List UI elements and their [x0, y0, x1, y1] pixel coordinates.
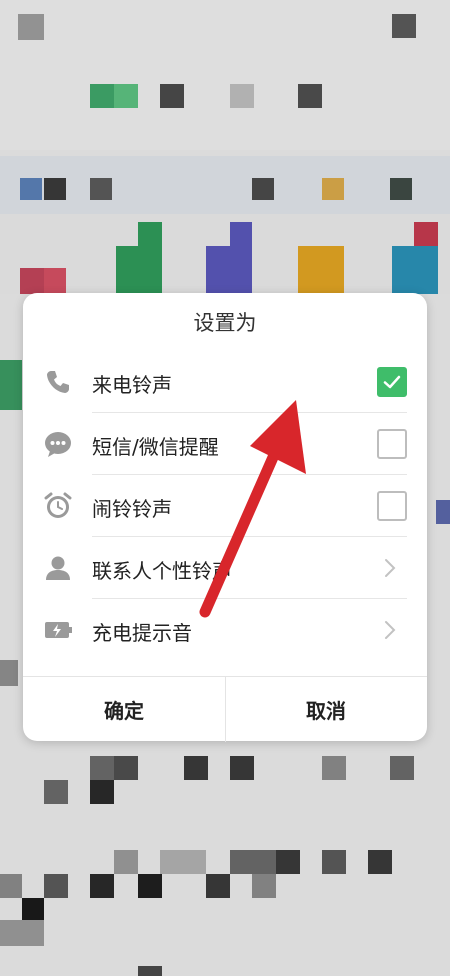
- option-incoming-call-ringtone[interactable]: 来电铃声: [23, 351, 427, 413]
- option-label: 短信/微信提醒: [92, 435, 219, 459]
- chevron-right-icon: [383, 619, 397, 641]
- incoming-call-checkbox[interactable]: [377, 367, 407, 397]
- option-charging-sound[interactable]: 充电提示音: [23, 599, 427, 661]
- message-bubble-icon: [43, 429, 73, 459]
- option-contact-custom-ringtone[interactable]: 联系人个性铃声: [23, 537, 427, 599]
- set-as-dialog: 设置为 来电铃声 短信/微信提醒 闹铃铃声 联系人个性铃声 充电提示音 确定 取…: [23, 293, 427, 742]
- alarm-clock-icon: [43, 491, 73, 521]
- option-sms-wechat-alert[interactable]: 短信/微信提醒: [23, 413, 427, 475]
- option-alarm-ringtone[interactable]: 闹铃铃声: [23, 475, 427, 537]
- option-label: 闹铃铃声: [92, 497, 172, 521]
- phone-icon: [43, 367, 73, 397]
- sms-wechat-checkbox[interactable]: [377, 429, 407, 459]
- dialog-button-bar: 确定 取消: [23, 676, 427, 742]
- option-label: 来电铃声: [92, 373, 172, 397]
- alarm-checkbox[interactable]: [377, 491, 407, 521]
- chevron-right-icon: [383, 557, 397, 579]
- option-label: 联系人个性铃声: [92, 559, 232, 583]
- confirm-button[interactable]: 确定: [23, 677, 225, 742]
- battery-charging-icon: [43, 615, 73, 645]
- contact-person-icon: [43, 553, 73, 583]
- option-label: 充电提示音: [92, 621, 192, 645]
- dialog-title: 设置为: [193, 311, 257, 335]
- cancel-button[interactable]: 取消: [225, 677, 427, 742]
